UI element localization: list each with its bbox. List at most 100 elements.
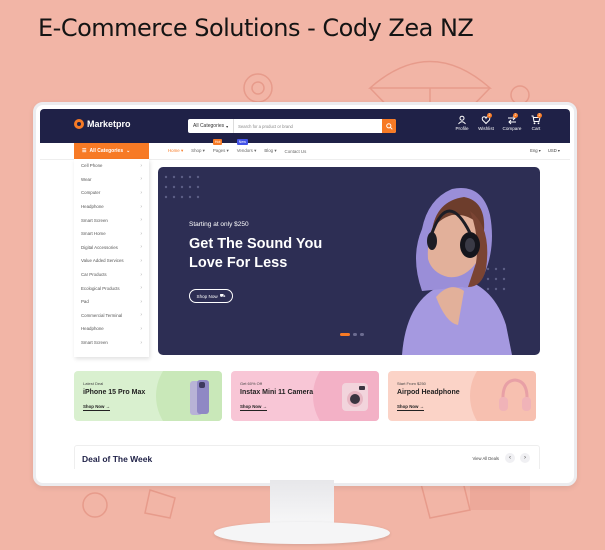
sidebar-item-smart-screen-2[interactable]: Smart Screen › [74,336,149,350]
chevron-right-icon: › [140,189,142,196]
promo-card-airpods[interactable]: Start From $250 Airpod Headphone Shop No… [388,371,536,421]
hero-shop-now-button[interactable]: Shop Now ⛟ [189,289,233,303]
chevron-right-icon: › [140,230,142,237]
cart-button[interactable]: 2 Cart [524,113,548,131]
hero-subtitle: Starting at only $250 [189,221,249,228]
sidebar-item-digital-accessories[interactable]: Digital Accessories › [74,241,149,255]
language-select[interactable]: Eng ▾ [530,148,541,153]
sidebar-item-label: Headphone [81,326,104,332]
promo-card-camera[interactable]: Get 60% Off Instax Mini 11 Camera Shop N… [231,371,379,421]
brand-logo[interactable]: Marketpro [74,119,131,129]
hot-tag: Hot [212,139,223,145]
sidebar-item-label: Smart Screen [81,340,108,346]
search-input[interactable]: Search for a product or brand [234,124,382,129]
chevron-right-icon: › [140,298,142,305]
sidebar-item-label: Car Products [81,272,107,278]
nav-links: Home ▾ Shop ▾ Hot Pages ▾ New Vendors ▾ Bl… [168,139,307,159]
next-button[interactable]: › [520,453,530,463]
sidebar-item-computer[interactable]: Computer › [74,186,149,200]
all-categories-button[interactable]: ☰ All Categories ⌄ [74,143,149,159]
search-button[interactable] [382,119,396,133]
sidebar-item-label: Commercial Terminal [81,312,123,318]
nav-vendors[interactable]: New Vendors ▾ [236,139,256,154]
promo-shop-now-link[interactable]: Shop Now → [397,404,425,411]
cart-badge: 2 [537,113,542,118]
monitor-stand-neck [270,480,334,528]
chevron-right-icon: › [524,455,526,461]
wishlist-button[interactable]: 2 Wishlist [474,113,498,131]
nav-blog-label: Blog [264,148,274,153]
sidebar-item-label: Pad [81,299,89,305]
nav-contact[interactable]: Contact Us [285,149,307,154]
nav-blog[interactable]: Blog ▾ [264,148,276,154]
nav-pages[interactable]: Hot Pages ▾ [212,139,229,154]
search-category-select[interactable]: All Categories ▾ [188,119,235,133]
monitor-stand-base [214,522,390,544]
chevron-right-icon: › [140,271,142,278]
page-headline: E-Commerce Solutions - Cody Zea NZ [38,14,474,42]
dot-pattern [164,175,200,199]
hero-button-label: Shop Now [196,293,218,299]
sidebar-item-label: Smart Screen [81,217,108,223]
promo-title: Airpod Headphone [397,389,460,396]
wishlist-label: Wishlist [478,126,494,131]
chevron-right-icon: › [140,325,142,332]
prev-button[interactable]: ‹ [505,453,515,463]
new-tag: New [236,139,248,145]
sidebar-item-headphone[interactable]: Headphone › [74,200,149,214]
all-categories-label: All Categories [89,148,124,154]
sidebar-item-wear[interactable]: Wear › [74,173,149,187]
menu-icon: ☰ [82,148,87,154]
nav-contact-label: Contact Us [284,148,307,154]
view-all-deals-link[interactable]: View All Deals [473,456,499,461]
slider-dot[interactable] [353,333,357,336]
promo-title: Instax Mini 11 Camera [240,389,314,396]
sidebar-item-pad[interactable]: Pad › [74,295,149,309]
sidebar-item-car-products[interactable]: Car Products › [74,268,149,282]
monitor-frame: Marketpro All Categories ▾ Search for a … [33,102,577,486]
promo-card-iphone[interactable]: Latest Deal iPhone 15 Pro Max Shop Now → [74,371,222,421]
compare-icon: 2 [507,113,518,125]
sidebar-item-label: Cell Phone [81,163,103,169]
search-icon [385,122,393,130]
promo-shop-now-link[interactable]: Shop Now → [240,404,268,411]
brand-name: Marketpro [87,119,131,129]
slider-dot-active[interactable] [340,333,350,336]
sidebar-item-ecological-products[interactable]: Ecological Products › [74,281,149,295]
locale-selectors: Eng ▾ USD ▾ [530,148,560,153]
sidebar-item-label: Smart Home [81,231,106,237]
sidebar-item-commercial-terminal[interactable]: Commercial Terminal › [74,309,149,323]
store-screen: Marketpro All Categories ▾ Search for a … [40,109,570,469]
sidebar-item-label: Headphone [81,204,104,210]
sidebar-item-label: Digital Accessories [81,244,118,250]
promo-label: Latest Deal [83,381,104,386]
promo-title: iPhone 15 Pro Max [83,389,146,396]
logo-mark-icon [74,119,84,129]
promo-shop-label: Shop Now [397,404,419,409]
profile-button[interactable]: Profile [450,115,474,131]
sidebar-item-smart-screen[interactable]: Smart Screen › [74,213,149,227]
top-header: Marketpro All Categories ▾ Search for a … [40,109,570,143]
slider-dot[interactable] [360,333,364,336]
sidebar-item-smart-home[interactable]: Smart Home › [74,227,149,241]
promo-shop-now-link[interactable]: Shop Now → [83,404,111,411]
iphone-product-image [190,380,209,415]
nav-shop[interactable]: Shop ▾ [191,148,205,154]
sidebar-item-label: Value Added Services [81,258,124,264]
nav-vendors-label: Vendors [236,148,253,153]
currency-select[interactable]: USD ▾ [548,148,560,153]
chevron-right-icon: › [140,285,142,292]
promo-label: Start From $250 [397,381,426,386]
currency-value: USD [547,148,557,153]
sidebar-item-headphone-2[interactable]: Headphone › [74,322,149,336]
sidebar-item-cell-phone[interactable]: Cell Phone › [74,159,149,173]
sidebar-item-value-added-services[interactable]: Value Added Services › [74,254,149,268]
cart-icon: 2 [531,113,542,125]
compare-button[interactable]: 2 Compare [500,113,524,131]
nav-home[interactable]: Home ▾ [168,148,183,154]
deal-of-week-section: Deal of The Week View All Deals ‹ › [74,445,540,469]
search-bar: All Categories ▾ Search for a product or… [188,119,396,133]
language-value: Eng [530,148,538,153]
nav-home-label: Home [168,148,180,153]
chevron-down-icon: ⌄ [126,148,131,154]
